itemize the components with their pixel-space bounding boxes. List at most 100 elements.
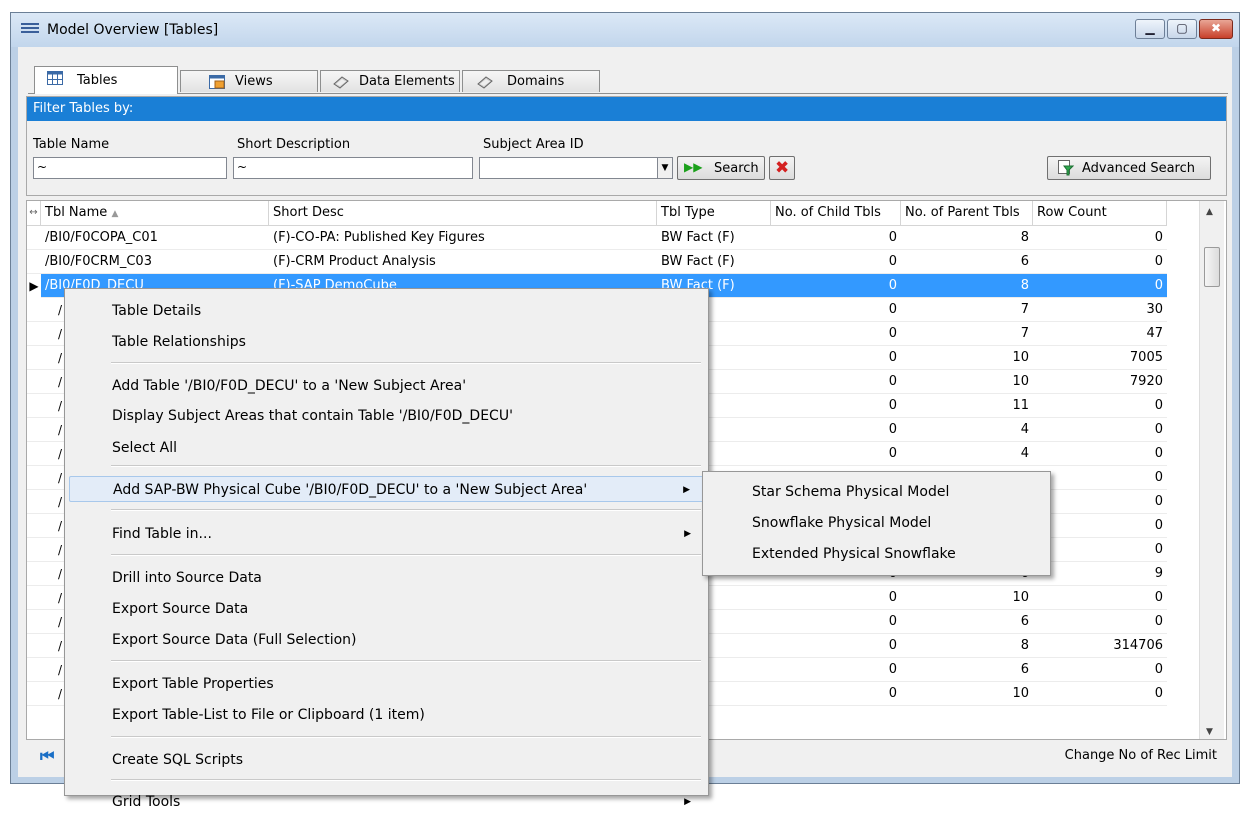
menu-separator <box>111 362 701 364</box>
maximize-icon: ▢ <box>1176 21 1188 35</box>
grid-header: ↔ Tbl Name ▲ Short Desc Tbl Type No. of … <box>27 201 1167 226</box>
cell-tbl-type: BW Fact (F) <box>661 230 735 245</box>
menu-item-export-table-properties[interactable]: Export Table Properties <box>69 671 705 697</box>
vertical-scrollbar[interactable]: ▲ ▼ <box>1199 201 1224 739</box>
search-button[interactable]: ▶▶ Search <box>677 156 765 180</box>
minimize-button[interactable]: ▁ <box>1135 19 1165 39</box>
submenu-arrow-icon: ▶ <box>684 529 691 539</box>
tab-domains[interactable]: Domains <box>462 70 600 92</box>
cell-child-tbls: 0 <box>888 614 897 629</box>
cell-child-tbls: 0 <box>888 326 897 341</box>
col-header-tbl-name[interactable]: Tbl Name ▲ <box>41 201 269 225</box>
table-row[interactable]: /BI0/F0COPA_C01 (F)-CO-PA: Published Key … <box>27 226 1167 250</box>
menu-item-create-sql-scripts-label: Create SQL Scripts <box>112 752 244 768</box>
cell-parent-tbls: 4 <box>1020 422 1029 437</box>
submenu-item-snowflake[interactable]: Snowflake Physical Model <box>707 510 1047 536</box>
cell-parent-tbls: 6 <box>1020 614 1029 629</box>
chevron-down-icon[interactable]: ▼ <box>657 157 673 179</box>
menu-item-find-table-in[interactable]: Find Table in... ▶ <box>69 521 705 547</box>
col-header-short-desc[interactable]: Short Desc <box>269 201 657 225</box>
minimize-icon: ▁ <box>1145 21 1155 35</box>
close-button[interactable]: ✖ <box>1199 19 1233 39</box>
column-resize-handle[interactable]: ↔ <box>27 201 41 225</box>
cell-parent-tbls: 6 <box>1020 662 1029 677</box>
menu-item-export-table-list[interactable]: Export Table-List to File or Clipboard (… <box>69 702 705 728</box>
subject-area-select[interactable] <box>479 157 659 179</box>
menu-item-create-sql-scripts[interactable]: Create SQL Scripts <box>69 747 705 773</box>
submenu-arrow-icon: ▶ <box>684 797 691 807</box>
cell-row-count: 0 <box>1154 662 1163 677</box>
cell-short-desc: (F)-CO-PA: Published Key Figures <box>273 230 485 245</box>
cell-row-count: 0 <box>1154 686 1163 701</box>
scroll-thumb[interactable] <box>1204 247 1220 287</box>
cell-row-count: 0 <box>1154 542 1163 557</box>
cell-row-count: 0 <box>1154 446 1163 461</box>
cell-child-tbls: 0 <box>888 422 897 437</box>
menu-item-export-source-data[interactable]: Export Source Data <box>69 596 705 622</box>
scroll-up-icon[interactable]: ▲ <box>1206 207 1213 217</box>
data-elements-icon <box>333 76 349 89</box>
cell-parent-tbls: 11 <box>1012 398 1029 413</box>
list-icon <box>21 23 39 37</box>
tab-tables[interactable]: Tables <box>34 66 178 94</box>
cell-child-tbls: 0 <box>888 398 897 413</box>
col-header-child-tbls[interactable]: No. of Child Tbls <box>771 201 901 225</box>
cell-parent-tbls: 10 <box>1012 590 1029 605</box>
tab-views-label: Views <box>235 74 273 89</box>
tab-views[interactable]: Views <box>180 70 318 92</box>
menu-item-table-relationships-label: Table Relationships <box>112 334 246 350</box>
advanced-search-button[interactable]: Advanced Search <box>1047 156 1211 180</box>
submenu-item-star-schema[interactable]: Star Schema Physical Model <box>707 479 1047 505</box>
cell-child-tbls: 0 <box>888 302 897 317</box>
menu-item-add-table-subject-area[interactable]: Add Table '/BI0/F0D_DECU' to a 'New Subj… <box>69 373 705 399</box>
cell-child-tbls: 0 <box>888 254 897 269</box>
menu-item-table-details[interactable]: Table Details <box>69 298 705 324</box>
window-title: Model Overview [Tables] <box>47 22 219 38</box>
cell-row-count: 7005 <box>1129 350 1163 365</box>
tab-data-elements[interactable]: Data Elements <box>320 70 460 92</box>
cell-tbl-type: BW Fact (F) <box>661 254 735 269</box>
cell-parent-tbls: 6 <box>1020 254 1029 269</box>
maximize-button[interactable]: ▢ <box>1167 19 1197 39</box>
col-header-tbl-type[interactable]: Tbl Type <box>657 201 771 225</box>
menu-separator <box>111 736 701 738</box>
first-record-icon[interactable]: ⏮ <box>40 746 54 766</box>
cell-row-count: 7920 <box>1129 374 1163 389</box>
cell-parent-tbls: 8 <box>1020 230 1029 245</box>
col-header-row-count[interactable]: Row Count <box>1033 201 1167 225</box>
cell-row-count: 0 <box>1154 494 1163 509</box>
menu-item-drill-source-data-label: Drill into Source Data <box>112 570 262 586</box>
menu-item-export-source-data-full[interactable]: Export Source Data (Full Selection) <box>69 627 705 653</box>
menu-item-display-subject-areas[interactable]: Display Subject Areas that contain Table… <box>69 403 705 429</box>
cell-row-count: 47 <box>1146 326 1163 341</box>
col-header-parent-tbls[interactable]: No. of Parent Tbls <box>901 201 1033 225</box>
submenu-item-extended-snowflake[interactable]: Extended Physical Snowflake <box>707 541 1047 567</box>
cell-row-count: 0 <box>1154 278 1163 293</box>
scroll-down-icon[interactable]: ▼ <box>1206 727 1213 737</box>
menu-item-drill-source-data[interactable]: Drill into Source Data <box>69 565 705 591</box>
menu-item-grid-tools-label: Grid Tools <box>112 794 181 810</box>
table-row[interactable]: /BI0/F0CRM_C03 (F)-CRM Product Analysis BW… <box>27 250 1167 274</box>
play-icon: ▶▶ <box>684 160 703 174</box>
view-icon <box>209 75 225 89</box>
menu-item-add-sap-bw-cube[interactable]: Add SAP-BW Physical Cube '/BI0/F0D_DECU'… <box>69 476 705 502</box>
cell-tbl-name: /BI0/F0CRM_C03 <box>45 254 152 269</box>
tab-data-elements-label: Data Elements <box>359 74 455 89</box>
menu-item-select-all[interactable]: Select All <box>69 435 705 461</box>
menu-item-table-relationships[interactable]: Table Relationships <box>69 329 705 355</box>
clear-filter-button[interactable]: ✖ <box>769 156 795 180</box>
change-rec-limit-link[interactable]: Change No of Rec Limit <box>1065 748 1217 763</box>
title-bar[interactable]: Model Overview [Tables] ▁ ▢ ✖ <box>11 13 1239 47</box>
tab-underline <box>28 93 1228 94</box>
cell-child-tbls: 0 <box>888 278 897 293</box>
close-icon: ✖ <box>1210 21 1222 35</box>
short-description-label: Short Description <box>237 137 351 152</box>
cell-parent-tbls: 10 <box>1012 350 1029 365</box>
menu-item-table-details-label: Table Details <box>112 303 202 319</box>
menu-item-grid-tools[interactable]: Grid Tools ▶ <box>69 789 705 815</box>
cell-row-count: 30 <box>1146 302 1163 317</box>
table-name-input[interactable]: ~ <box>33 157 227 179</box>
cell-row-count: 314706 <box>1113 638 1163 653</box>
menu-item-export-table-properties-label: Export Table Properties <box>112 676 274 692</box>
short-description-input[interactable]: ~ <box>233 157 473 179</box>
